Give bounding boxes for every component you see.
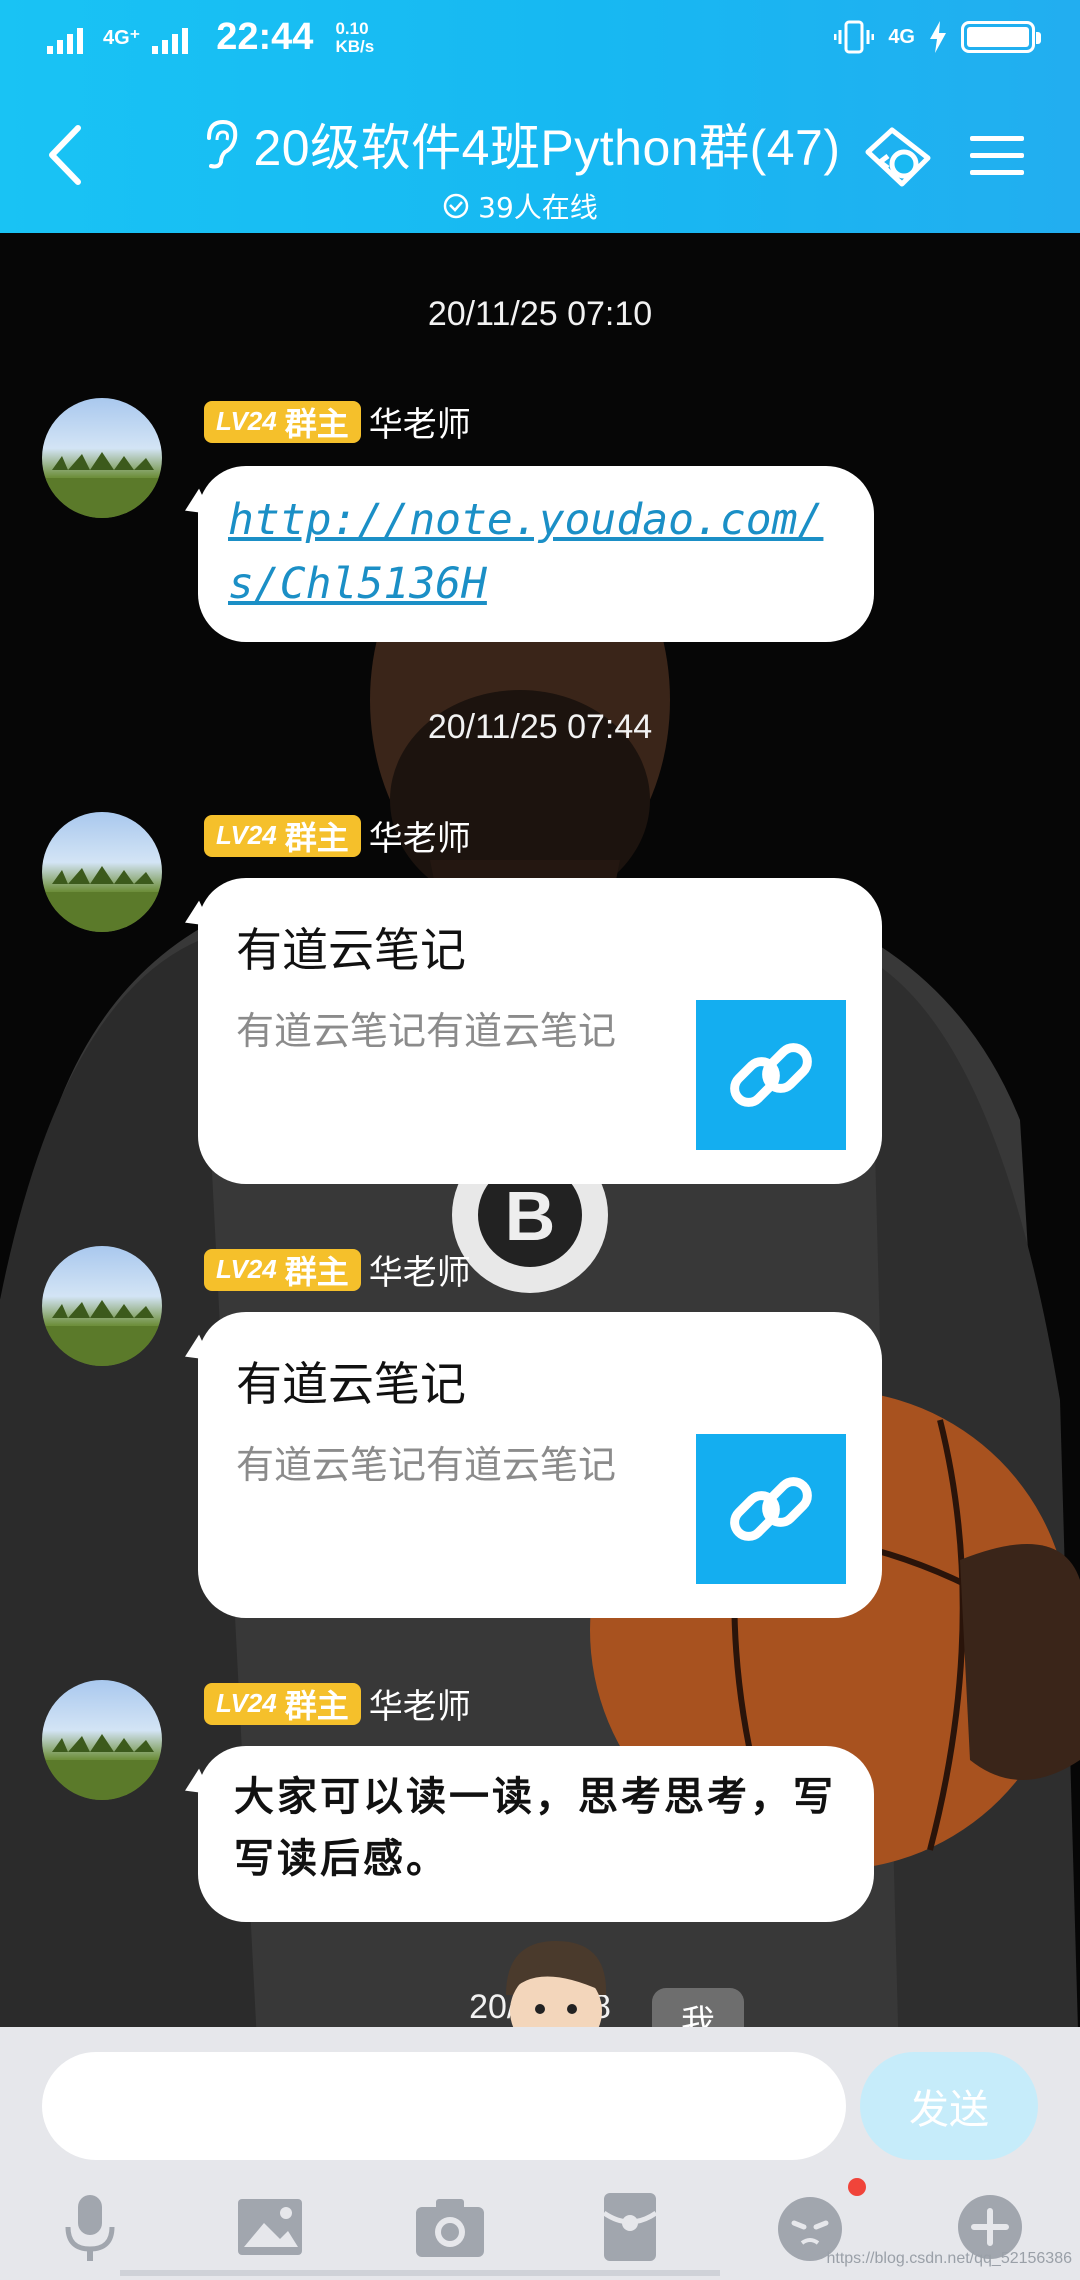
avatar[interactable] [42,398,162,518]
share-screen-icon[interactable] [858,122,934,192]
network-speed: 0.10 KB/s [335,18,375,56]
online-count: 39人在线 [478,191,598,224]
network-type-1: 4G⁺ [103,27,141,49]
level-badge: LV24 群主 [204,400,361,443]
status-bar: 4G⁺ 22:44 0.10 KB/s 4G [0,0,1080,80]
level-badge: LV24 群主 [204,814,361,857]
camera-icon[interactable] [410,2187,490,2267]
card-title: 有道云笔记 [236,923,466,977]
message-text: 大家可以读一读，思考思考，写写读后感。 [234,1773,836,1882]
menu-icon[interactable] [970,132,1024,180]
charging-icon [930,21,946,53]
sender-row: LV24 群主 华老师 [204,1679,471,1728]
input-bar: 发送 [0,2027,1080,2280]
card-description: 有道云笔记有道云笔记 [236,1009,617,1053]
back-arrow-icon[interactable] [40,120,90,190]
link-icon [730,1477,812,1541]
link-icon [730,1043,812,1107]
signal-strength-icon [47,27,83,54]
gesture-bar [120,2270,720,2276]
level-badge: LV24 群主 [204,1682,361,1725]
sender-row: LV24 群主 华老师 [204,811,471,860]
group-title: 20级软件4班Python群(47) [253,120,841,176]
level-badge: LV24 群主 [204,1248,361,1291]
vibrate-icon [834,20,875,54]
microphone-icon[interactable] [50,2187,130,2267]
text-message-bubble[interactable]: 大家可以读一读，思考思考，写写读后感。 [198,1746,874,1922]
card-thumbnail [696,1434,846,1584]
image-icon[interactable] [230,2187,310,2267]
svg-text:B: B [505,1177,556,1255]
card-thumbnail [696,1000,846,1150]
sender-row: LV24 群主 华老师 [204,397,471,446]
red-packet-icon[interactable] [590,2187,670,2267]
avatar[interactable] [42,1246,162,1366]
signal-strength-icon-2 [152,27,189,54]
notification-dot [848,2178,866,2196]
sender-name[interactable]: 华老师 [369,811,471,860]
card-title: 有道云笔记 [236,1357,466,1411]
message-timestamp: 20/11/25 07:44 [427,708,653,746]
sender-row: LV24 群主 华老师 [204,1245,471,1294]
message-link[interactable]: http://note.youdao.com/s/Chl5136H [228,488,848,616]
message-timestamp: 20/11/25 07:10 [427,295,653,333]
link-message-bubble[interactable]: http://note.youdao.com/s/Chl5136H [198,466,874,642]
battery-icon [961,21,1041,53]
avatar[interactable] [42,812,162,932]
clock: 22:44 [216,16,314,58]
message-input[interactable] [42,2052,846,2160]
send-button[interactable]: 发送 [860,2052,1038,2160]
watermark: https://blog.csdn.net/qq_52156386 [826,2250,1072,2267]
sender-name[interactable]: 华老师 [369,397,471,446]
link-card-message[interactable]: 有道云笔记 有道云笔记有道云笔记 [198,1312,882,1618]
link-card-message[interactable]: 有道云笔记 有道云笔记有道云笔记 [198,878,882,1184]
chat-title-block[interactable]: 20级软件4班Python群(47) 39人在线 [170,108,870,226]
ear-icon [207,119,238,169]
sender-name[interactable]: 华老师 [369,1245,471,1294]
card-description: 有道云笔记有道云笔记 [236,1443,617,1487]
avatar[interactable] [42,1680,162,1800]
chat-header: 4G⁺ 22:44 0.10 KB/s 4G 20级软件4班Python群(47… [0,0,1080,233]
network-type-2: 4G [888,25,915,48]
sender-name[interactable]: 华老师 [369,1679,471,1728]
online-check-icon [443,193,469,219]
